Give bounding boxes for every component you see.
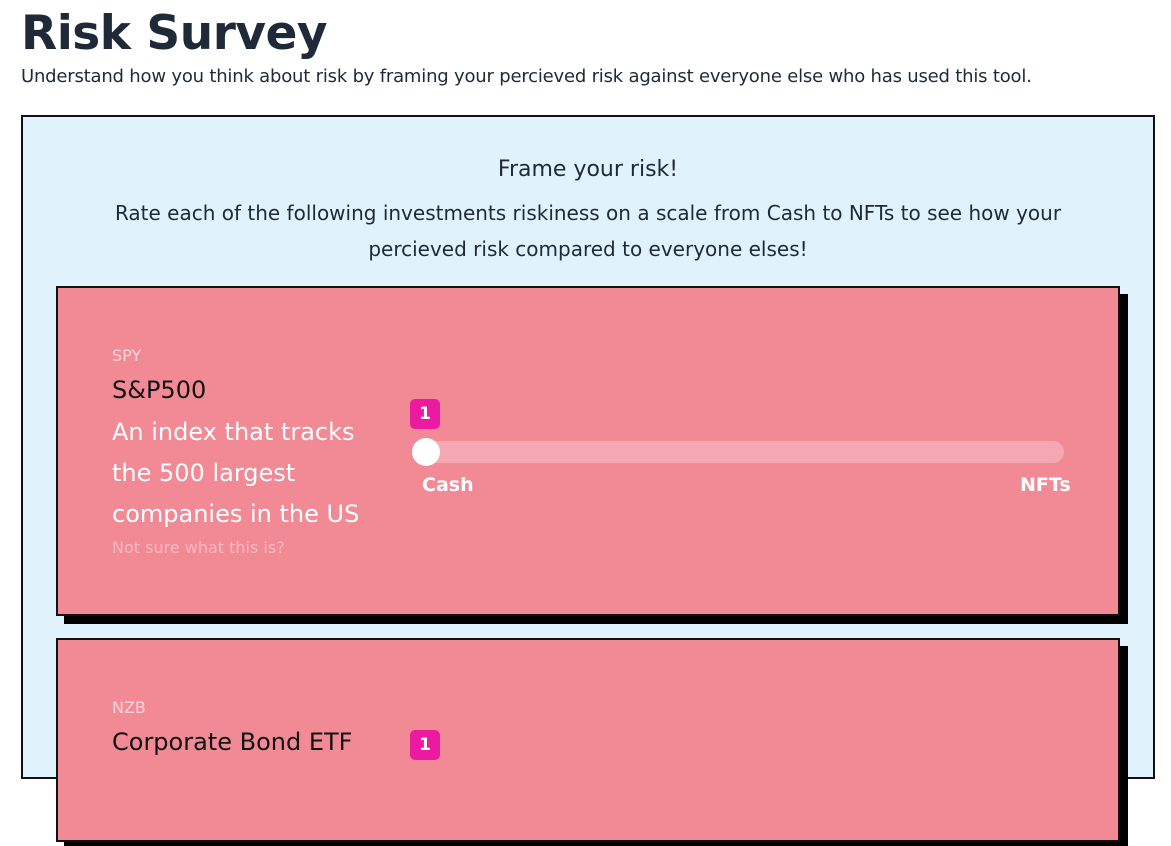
survey-panel: Frame your risk! Rate each of the follow… xyxy=(21,115,1155,846)
panel-heading: Frame your risk! xyxy=(497,157,679,182)
page-title: Risk Survey xyxy=(21,6,328,61)
card-name: Corporate Bond ETF xyxy=(112,728,353,756)
risk-slider[interactable] xyxy=(412,438,1064,466)
page-subtitle: Understand how you think about risk by f… xyxy=(21,66,1032,87)
slider-value-badge: 1 xyxy=(410,399,440,429)
slider-value-badge: 1 xyxy=(410,730,440,760)
card-code: NZB xyxy=(112,698,146,717)
investment-card-spy: SPY S&P500 An index that tracks the 500 … xyxy=(56,286,1120,616)
slider-thumb[interactable] xyxy=(412,438,440,466)
not-sure-link[interactable]: Not sure what this is? xyxy=(112,538,285,557)
card-description: An index that tracks the 500 largest com… xyxy=(112,418,360,528)
panel-description: Rate each of the following investments r… xyxy=(114,201,1062,261)
slider-min-label: Cash xyxy=(422,474,474,496)
card-code: SPY xyxy=(112,346,142,365)
card-name: S&P500 xyxy=(112,376,207,404)
slider-max-label: NFTs xyxy=(1020,474,1071,496)
investment-card-nzb: NZB Corporate Bond ETF 1 xyxy=(56,638,1120,842)
